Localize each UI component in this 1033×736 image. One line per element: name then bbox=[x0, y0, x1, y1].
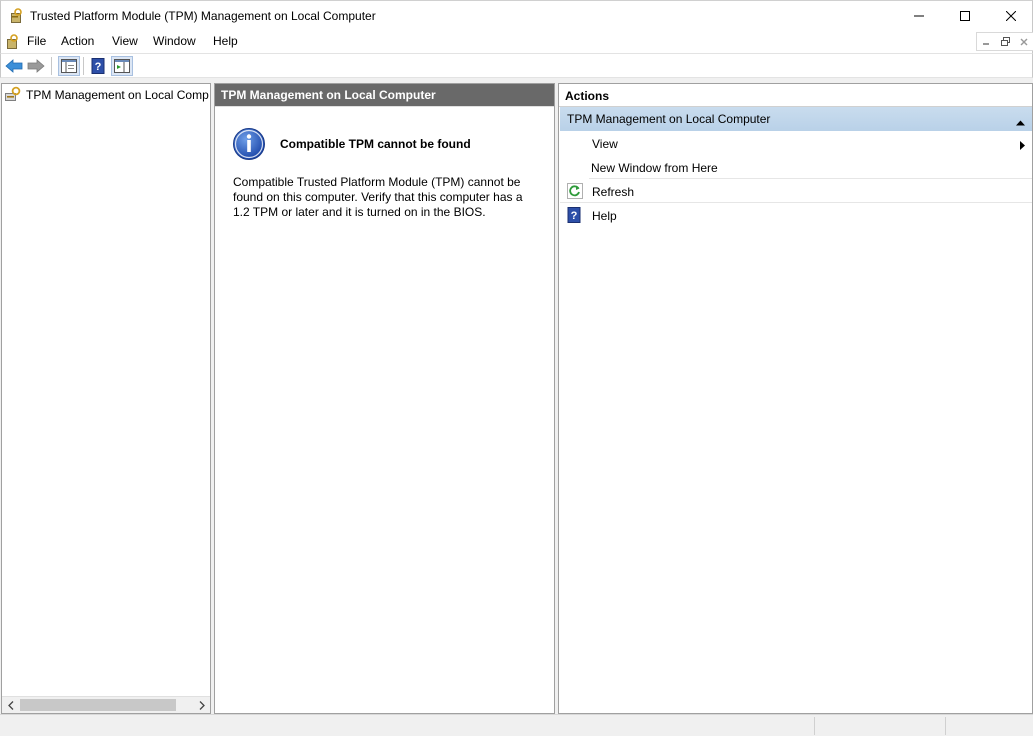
action-help[interactable]: ? Help bbox=[560, 203, 1032, 227]
action-view[interactable]: View bbox=[560, 131, 1032, 155]
minimize-icon bbox=[914, 15, 924, 17]
action-help-label: Help bbox=[592, 209, 617, 223]
actions-pane: Actions TPM Management on Local Computer… bbox=[558, 83, 1033, 714]
actions-section-tpm[interactable]: TPM Management on Local Computer bbox=[560, 107, 1032, 131]
action-new-window-label: New Window from Here bbox=[591, 161, 718, 175]
tree-item-tpm-management[interactable]: TPM Management on Local Comp bbox=[4, 86, 209, 104]
action-view-label: View bbox=[592, 137, 618, 151]
status-bar bbox=[0, 714, 1033, 736]
tree-item-label: TPM Management on Local Comp bbox=[26, 88, 209, 102]
svg-text:?: ? bbox=[571, 210, 578, 222]
chevron-right-icon bbox=[199, 701, 205, 710]
actions-section-title: TPM Management on Local Computer bbox=[567, 112, 771, 126]
close-icon bbox=[1006, 11, 1016, 21]
help-book-icon: ? bbox=[91, 58, 105, 74]
scroll-thumb[interactable] bbox=[20, 699, 176, 711]
show-hide-console-tree-button[interactable] bbox=[58, 56, 80, 76]
svg-text:?: ? bbox=[95, 61, 102, 73]
maximize-icon bbox=[960, 11, 970, 21]
scroll-right-button[interactable] bbox=[194, 698, 210, 713]
action-refresh-label: Refresh bbox=[592, 185, 635, 199]
toolbar-separator bbox=[83, 57, 84, 75]
back-arrow-icon bbox=[5, 59, 23, 73]
result-pane-body: Compatible TPM cannot be found Compatibl… bbox=[215, 106, 554, 219]
scroll-left-button[interactable] bbox=[3, 698, 19, 713]
menu-view[interactable]: View bbox=[112, 34, 138, 48]
window-title: Trusted Platform Module (TPM) Management… bbox=[30, 9, 376, 23]
message-body: Compatible Trusted Platform Module (TPM)… bbox=[233, 175, 523, 219]
title-bar: Trusted Platform Module (TPM) Management… bbox=[0, 0, 1033, 31]
toolbar: ? bbox=[0, 53, 1033, 78]
menu-action[interactable]: Action bbox=[61, 34, 94, 48]
mdi-minimize-button[interactable] bbox=[977, 33, 996, 50]
minimize-icon bbox=[983, 42, 990, 45]
result-pane-header: TPM Management on Local Computer bbox=[215, 84, 554, 106]
show-hide-action-pane-button[interactable] bbox=[111, 56, 133, 76]
collapse-section-icon[interactable] bbox=[1016, 115, 1025, 129]
refresh-icon bbox=[567, 183, 583, 199]
action-new-window[interactable]: New Window from Here bbox=[589, 155, 1032, 179]
console-tree-pane: TPM Management on Local Comp bbox=[1, 83, 211, 714]
restore-icon bbox=[1000, 37, 1010, 46]
menu-bar: File Action View Window Help bbox=[0, 31, 1033, 53]
status-bar-divider bbox=[814, 717, 815, 735]
action-refresh[interactable]: Refresh bbox=[560, 179, 1032, 203]
actions-header: Actions bbox=[559, 84, 1032, 107]
chevron-left-icon bbox=[8, 701, 14, 710]
menu-help[interactable]: Help bbox=[213, 34, 238, 48]
tree-horizontal-scrollbar[interactable] bbox=[2, 696, 210, 713]
status-bar-divider bbox=[945, 717, 946, 735]
mdi-close-button[interactable] bbox=[1014, 33, 1033, 50]
toolbar-separator bbox=[51, 57, 52, 75]
tpm-snapin-icon bbox=[4, 86, 22, 104]
forward-arrow-icon bbox=[27, 59, 45, 73]
tpm-app-icon bbox=[8, 8, 24, 24]
close-button[interactable] bbox=[988, 1, 1033, 31]
info-icon bbox=[232, 127, 266, 161]
mdi-window-controls bbox=[976, 32, 1033, 51]
maximize-button[interactable] bbox=[942, 1, 988, 31]
submenu-arrow-icon bbox=[1020, 139, 1025, 153]
close-icon bbox=[1020, 38, 1028, 45]
back-button[interactable] bbox=[3, 56, 25, 76]
help-toolbar-button[interactable]: ? bbox=[87, 56, 109, 76]
console-tree-icon bbox=[61, 59, 77, 73]
menu-window[interactable]: Window bbox=[153, 34, 196, 48]
console-system-menu-icon[interactable] bbox=[4, 34, 20, 50]
result-pane: TPM Management on Local Computer Compati… bbox=[214, 83, 555, 714]
action-pane-icon bbox=[114, 59, 130, 73]
help-book-icon: ? bbox=[567, 207, 583, 223]
message-title: Compatible TPM cannot be found bbox=[280, 137, 471, 151]
forward-button[interactable] bbox=[25, 56, 47, 76]
mdi-restore-button[interactable] bbox=[996, 33, 1015, 50]
menu-file[interactable]: File bbox=[27, 34, 46, 48]
minimize-button[interactable] bbox=[896, 1, 942, 31]
